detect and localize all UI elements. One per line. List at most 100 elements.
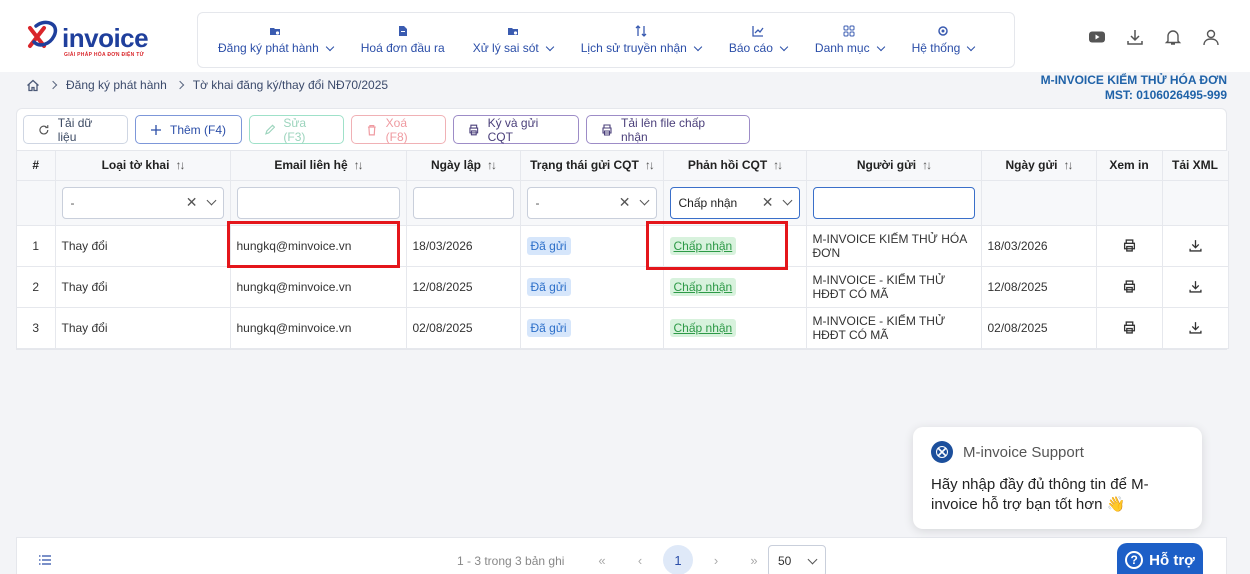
printer-icon: [469, 124, 479, 135]
printer-icon[interactable]: [1123, 321, 1136, 334]
reload-button[interactable]: Tải dữ liệu: [23, 115, 128, 144]
clear-icon[interactable]: ✕: [186, 194, 198, 211]
add-button[interactable]: Thêm (F4): [135, 115, 242, 144]
row-sender: M-INVOICE KIẾM THỬ HÓA ĐƠN: [812, 231, 967, 260]
email-filter-input[interactable]: [236, 186, 400, 219]
chevron-down-icon[interactable]: [639, 195, 649, 206]
col-header-sent-date[interactable]: Ngày gửi ↑↓: [981, 151, 1097, 181]
status-badge: Đã gửi: [526, 318, 571, 337]
row-sender: M-INVOICE - KIỂM THỬ HĐĐT CÓ MÃ: [812, 313, 946, 342]
row-sent-date: 18/03/2026: [981, 225, 1097, 267]
sender-filter-input[interactable]: [812, 186, 975, 219]
page-size-value: 50: [778, 554, 792, 568]
response-badge[interactable]: Chấp nhận: [669, 236, 737, 255]
current-page-button[interactable]: 1: [663, 545, 693, 574]
table-header-row: # Loại tờ khai ↑↓ Email liên hệ ↑↓ Ngày lậ…: [17, 151, 1229, 181]
download-icon[interactable]: [1188, 280, 1202, 293]
nav-lich-su-truyen-nhan[interactable]: Lịch sử truyền nhận: [567, 13, 715, 67]
sort-icon[interactable]: ↑↓: [645, 158, 655, 172]
row-index: 3: [17, 307, 56, 349]
sort-icon[interactable]: ↑↓: [175, 158, 185, 172]
nav-xu-ly-sai-sot[interactable]: Xử lý sai sót: [459, 13, 567, 67]
chevron-down-icon[interactable]: [782, 195, 792, 206]
prev-page-button[interactable]: ‹: [625, 545, 655, 574]
nav-label: Hệ thống: [911, 41, 961, 55]
support-popup[interactable]: M-invoice Support Hãy nhập đầy đủ thông …: [913, 427, 1202, 529]
row-sent-date: 12/08/2025: [981, 266, 1097, 308]
button-label: Tải lên file chấp nhận: [621, 115, 706, 144]
bell-icon[interactable]: [1164, 28, 1182, 46]
sign-send-button[interactable]: Ký và gửi CQT: [453, 115, 579, 144]
download-icon[interactable]: [1188, 239, 1202, 252]
filter-row: - ✕ - ✕ Chấp nhận ✕: [17, 180, 1229, 226]
chevron-down-icon[interactable]: [206, 195, 216, 206]
status-filter-select[interactable]: - ✕: [526, 186, 657, 219]
response-badge[interactable]: Chấp nhận: [669, 318, 737, 337]
select-value: Chấp nhận: [678, 195, 738, 210]
type-filter-select[interactable]: - ✕: [61, 186, 224, 219]
main-nav: Đăng ký phát hành Hoá đơn đầu ra Xử lý s…: [197, 12, 1015, 68]
last-page-button[interactable]: »: [739, 545, 769, 574]
nav-dang-ky-phat-hanh[interactable]: Đăng ký phát hành: [204, 13, 347, 67]
youtube-icon[interactable]: [1088, 28, 1106, 46]
minvoice-logo[interactable]: invoice GIẢI PHÁP HÓA ĐƠN ĐIỆN TỬ: [26, 20, 161, 60]
chevron-down-icon: [779, 42, 789, 51]
chevron-down-icon: [967, 42, 976, 51]
table-row[interactable]: 1 Thay đổi hungkq@minvoice.vn 18/03/2026…: [17, 225, 1229, 267]
table-row[interactable]: 3 Thay đổi hungkq@minvoice.vn 02/08/2025…: [17, 307, 1229, 349]
breadcrumb: Đăng ký phát hành Tờ khai đăng ký/thay đ…: [26, 78, 388, 92]
sort-icon[interactable]: ↑↓: [487, 158, 497, 172]
download-icon[interactable]: [1188, 321, 1202, 334]
col-header-send-status[interactable]: Trạng thái gửi CQT ↑↓: [520, 151, 664, 181]
clear-icon[interactable]: ✕: [762, 194, 774, 211]
col-header-sender[interactable]: Người gửi ↑↓: [806, 151, 982, 181]
chevron-down-icon: [807, 554, 818, 564]
declaration-table: # Loại tờ khai ↑↓ Email liên hệ ↑↓ Ngày lậ…: [16, 150, 1229, 350]
chart-line-icon: [752, 26, 764, 37]
help-button[interactable]: ? Hỗ trợ: [1117, 543, 1203, 574]
page-size-select[interactable]: 50: [768, 545, 826, 574]
grid-icon: [843, 25, 855, 37]
user-icon[interactable]: [1202, 28, 1220, 46]
edit-button[interactable]: Sửa (F3): [249, 115, 344, 144]
clear-icon[interactable]: ✕: [619, 194, 631, 211]
col-header-type[interactable]: Loại tờ khai ↑↓: [55, 151, 231, 181]
nav-danh-muc[interactable]: Danh mục: [801, 13, 898, 67]
nav-hoa-don-dau-ra[interactable]: Hoá đơn đầu ra: [347, 13, 459, 67]
question-icon: ?: [1125, 551, 1144, 569]
button-label: Tải dữ liệu: [57, 115, 93, 144]
response-badge[interactable]: Chấp nhận: [669, 277, 737, 296]
nav-he-thong[interactable]: Hệ thống: [898, 13, 989, 67]
response-filter-select[interactable]: Chấp nhận ✕: [669, 186, 800, 219]
first-page-button[interactable]: «: [587, 545, 617, 574]
printer-icon[interactable]: [1123, 280, 1136, 293]
company-info: M-INVOICE KIỂM THỬ HÓA ĐƠN MST: 01060264…: [1041, 73, 1227, 103]
breadcrumb-item[interactable]: Đăng ký phát hành: [66, 78, 167, 92]
col-header-email[interactable]: Email liên hệ ↑↓: [230, 151, 407, 181]
sort-icon[interactable]: ↑↓: [922, 158, 932, 172]
sort-icon[interactable]: ↑↓: [1064, 158, 1074, 172]
nav-label: Báo cáo: [728, 41, 773, 55]
delete-button[interactable]: Xoá (F8): [351, 115, 446, 144]
printer-icon: [602, 123, 612, 136]
col-header-response[interactable]: Phản hồi CQT ↑↓: [663, 151, 807, 181]
chevron-down-icon: [693, 42, 703, 51]
list-icon[interactable]: [39, 555, 51, 565]
chevron-right-icon: [175, 80, 184, 90]
support-header: M-invoice Support: [931, 441, 1184, 463]
nav-bao-cao[interactable]: Báo cáo: [715, 13, 801, 67]
sort-icon[interactable]: ↑↓: [354, 158, 364, 172]
col-header-created-date[interactable]: Ngày lập ↑↓: [406, 151, 521, 181]
home-icon[interactable]: [26, 79, 40, 92]
table-row[interactable]: 2 Thay đổi hungkq@minvoice.vn 12/08/2025…: [17, 266, 1229, 308]
created-date-filter-input[interactable]: [412, 186, 514, 219]
download-icon[interactable]: [1126, 28, 1144, 46]
breadcrumb-item-current: Tờ khai đăng ký/thay đổi NĐ70/2025: [192, 78, 389, 92]
sort-icon[interactable]: ↑↓: [773, 158, 783, 172]
row-created-date: 18/03/2026: [406, 225, 521, 267]
toolbar: Tải dữ liệu Thêm (F4) Sửa (F3) Xoá (F8) …: [16, 108, 1227, 150]
nav-label: Đăng ký phát hành: [218, 41, 319, 55]
next-page-button[interactable]: ›: [701, 545, 731, 574]
upload-accept-file-button[interactable]: Tải lên file chấp nhận: [586, 115, 750, 144]
printer-icon[interactable]: [1123, 239, 1136, 252]
